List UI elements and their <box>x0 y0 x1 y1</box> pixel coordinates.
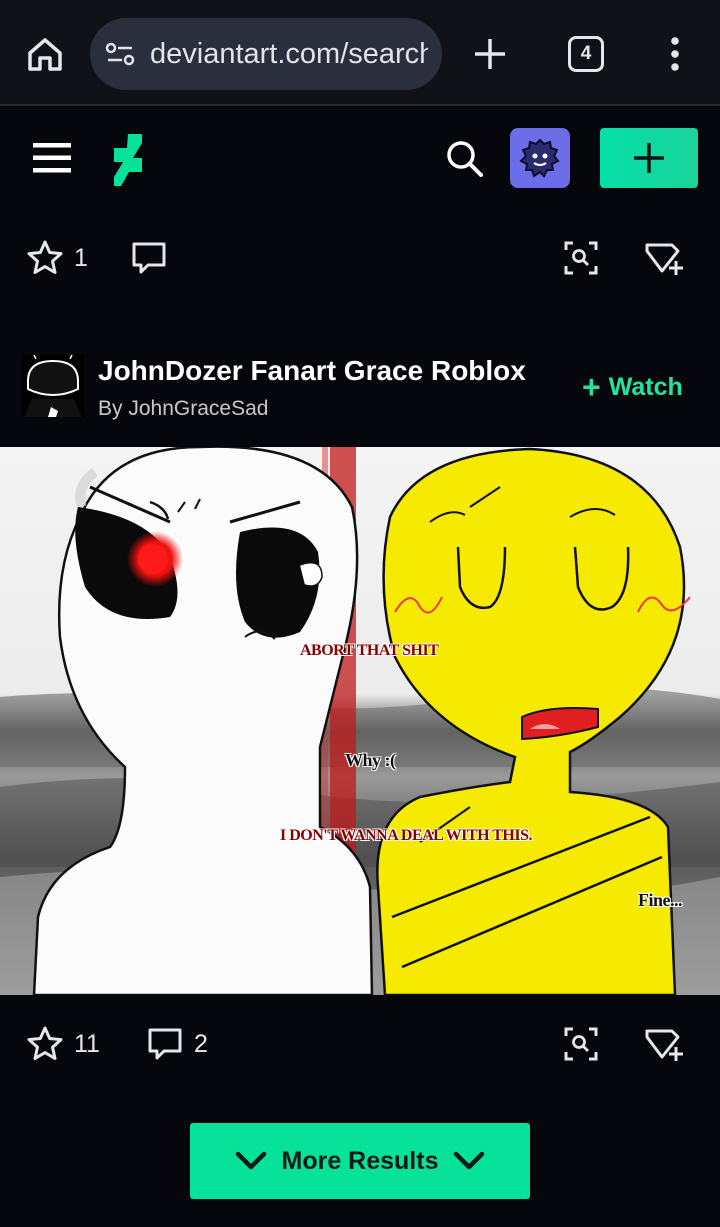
more-results-label: More Results <box>281 1146 439 1175</box>
add-to-collection-button[interactable] <box>644 1022 684 1066</box>
art-caption: Why :( <box>345 750 396 770</box>
comment-button[interactable]: 2 <box>146 1022 208 1066</box>
hamburger-icon[interactable] <box>32 140 72 176</box>
art-caption: Fine... <box>638 890 683 910</box>
art-caption: ABORT THAT SHIT <box>300 642 439 659</box>
deviation-title[interactable]: JohnDozer Fanart Grace Roblox <box>98 355 526 387</box>
top-action-row: 1 <box>0 228 720 288</box>
art-caption: I DON'T WANNA DEAL WITH THIS. <box>280 827 532 844</box>
zoom-icon <box>564 241 598 275</box>
browser-toolbar: deviantart.com/search 4 <box>0 0 720 106</box>
deviantart-logo[interactable] <box>108 134 150 186</box>
more-menu-icon[interactable] <box>660 34 690 74</box>
star-icon <box>27 1026 63 1060</box>
star-icon <box>27 240 63 274</box>
plus-icon: + <box>582 369 601 405</box>
tag-plus-icon <box>645 1029 683 1061</box>
zoom-button[interactable] <box>562 1022 600 1066</box>
comment-icon <box>148 1028 182 1060</box>
favourite-button[interactable]: 11 <box>26 1022 100 1066</box>
favourite-count: 1 <box>74 243 88 272</box>
zoom-icon <box>564 1027 598 1061</box>
comment-count: 2 <box>194 1029 208 1058</box>
submit-button[interactable] <box>600 128 698 188</box>
add-to-collection-button[interactable] <box>644 236 684 280</box>
site-settings-icon[interactable] <box>104 40 138 68</box>
url-text[interactable]: deviantart.com/search <box>150 38 428 72</box>
bottom-action-row: 11 2 <box>0 1014 720 1074</box>
comment-button[interactable] <box>130 236 178 280</box>
comment-icon <box>132 242 166 274</box>
zoom-button[interactable] <box>562 236 600 280</box>
watch-button[interactable]: + Watch <box>582 371 683 403</box>
deviation-header: JohnDozer Fanart Grace Roblox By JohnGra… <box>0 345 720 435</box>
author-avatar[interactable] <box>22 355 84 417</box>
avatar-icon[interactable] <box>510 128 570 188</box>
tab-switcher-icon[interactable]: 4 <box>568 36 604 72</box>
watch-label: Watch <box>608 372 683 401</box>
deviation-author[interactable]: By JohnGraceSad <box>98 397 268 421</box>
chevron-down-icon <box>235 1151 266 1170</box>
address-bar[interactable]: deviantart.com/search <box>90 18 442 90</box>
plus-icon <box>634 143 664 173</box>
new-tab-icon[interactable] <box>470 34 510 74</box>
artwork-illustration <box>0 447 720 995</box>
deviation-image[interactable]: ABORT THAT SHIT Why :( I DON'T WANNA DEA… <box>0 447 720 995</box>
home-icon[interactable] <box>24 33 66 75</box>
tag-plus-icon <box>645 243 683 275</box>
more-results-button[interactable]: More Results <box>190 1123 530 1199</box>
favourite-count: 11 <box>74 1029 100 1058</box>
site-header <box>0 108 720 208</box>
favourite-button[interactable]: 1 <box>26 236 88 280</box>
search-icon[interactable] <box>444 138 486 180</box>
chevron-down-icon <box>454 1151 485 1170</box>
